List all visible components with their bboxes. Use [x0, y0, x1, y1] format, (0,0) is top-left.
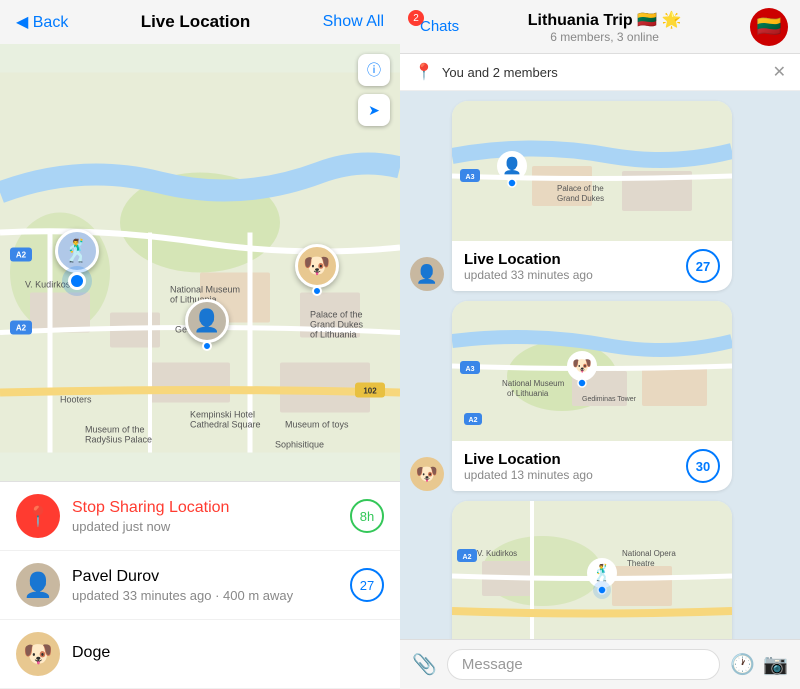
list-item[interactable]: 📍 Stop Sharing Location updated just now… [0, 482, 400, 551]
right-panel: 2 Chats Lithuania Trip 🇱🇹 🌟 6 members, 3… [400, 0, 800, 689]
back-chats-label: Chats [420, 18, 459, 35]
svg-text:Museum of the: Museum of the [85, 425, 145, 435]
message-row: 📍 A2 National Opera Theatre [410, 501, 790, 639]
location-list: 📍 Stop Sharing Location updated just now… [0, 481, 400, 689]
svg-text:Grand Dukes: Grand Dukes [557, 194, 604, 203]
blue-accuracy-dot [68, 272, 86, 290]
stop-sharing-sub: updated just now [72, 519, 338, 534]
chat-subtitle: 6 members, 3 online [467, 30, 742, 44]
svg-text:A3: A3 [466, 174, 475, 181]
svg-text:of Lithuania: of Lithuania [507, 389, 549, 398]
location-bar-close[interactable]: ✕ [773, 62, 786, 82]
svg-text:A2: A2 [463, 554, 472, 561]
svg-text:National Museum: National Museum [170, 285, 240, 295]
back-button[interactable]: ◀ Back [16, 12, 68, 32]
msg3-bubble[interactable]: A2 National Opera Theatre V. Kudirkos 🕺 … [452, 501, 732, 639]
svg-text:🐶: 🐶 [572, 358, 592, 375]
input-bar: 📎 Message 🕐 📷 [400, 639, 800, 689]
doge-avatar: 🐶 [16, 632, 60, 676]
msg2-loc-sub: updated 13 minutes ago [464, 468, 593, 482]
message-row: 👤 A3 Palace of the Grand Dukes [410, 101, 790, 291]
stop-sharing-info: Stop Sharing Location updated just now [72, 499, 338, 534]
action-buttons: 🕐 📷 [730, 652, 788, 677]
svg-text:🕺: 🕺 [592, 563, 612, 582]
msg1-badge: 27 [686, 249, 720, 283]
attach-button[interactable]: 📎 [412, 652, 437, 677]
map-location-button[interactable]: ➤ [358, 94, 390, 126]
msg2-loc-info: Live Location updated 13 minutes ago [464, 451, 593, 482]
svg-text:National Opera: National Opera [622, 549, 676, 558]
msg2-badge: 30 [686, 449, 720, 483]
svg-text:102: 102 [363, 387, 377, 396]
msg3-map: A2 National Opera Theatre V. Kudirkos 🕺 [452, 501, 732, 639]
svg-text:👤: 👤 [502, 156, 522, 175]
pavel-avatar: 👤 [16, 563, 60, 607]
svg-text:Cathedral Square: Cathedral Square [190, 420, 261, 430]
list-item[interactable]: 🐶 Doge [0, 620, 400, 689]
left-map: A2 A2 102 National Museum of Lithuania G… [0, 44, 400, 481]
svg-text:A2: A2 [469, 417, 478, 424]
chat-info: Lithuania Trip 🇱🇹 🌟 6 members, 3 online [467, 10, 742, 44]
left-panel: ◀ Back Live Location Show All [0, 0, 400, 689]
stop-sharing-avatar: 📍 [16, 494, 60, 538]
svg-text:Theatre: Theatre [627, 559, 655, 568]
back-badge: 2 [408, 10, 424, 26]
chat-title: Lithuania Trip 🇱🇹 🌟 [467, 10, 742, 30]
pavel-sub: updated 33 minutes ago · 400 m away [72, 588, 338, 603]
msg1-map: A3 Palace of the Grand Dukes 👤 [452, 101, 732, 241]
svg-text:V. Kudirkos: V. Kudirkos [25, 280, 71, 290]
svg-text:Palace of the: Palace of the [557, 184, 604, 193]
message-input[interactable]: Message [447, 649, 720, 680]
camera-button[interactable]: 📷 [763, 652, 788, 677]
back-chats-button[interactable]: 2 Chats [412, 18, 459, 35]
msg1-loc-title: Live Location [464, 251, 593, 268]
msg1-bubble[interactable]: A3 Palace of the Grand Dukes 👤 Live Loca… [452, 101, 732, 291]
doge-name: Doge [72, 644, 384, 662]
messages-area: 👤 A3 Palace of the Grand Dukes [400, 91, 800, 639]
stop-sharing-name: Stop Sharing Location [72, 499, 338, 517]
svg-text:A2: A2 [16, 251, 27, 260]
left-header: ◀ Back Live Location Show All [0, 0, 400, 44]
svg-text:Grand Dukes: Grand Dukes [310, 320, 364, 330]
pavel-badge: 27 [350, 568, 384, 602]
svg-text:National Museum: National Museum [502, 379, 565, 388]
message-row: 🐶 A3 A2 National Museum [410, 301, 790, 491]
svg-text:Museum of toys: Museum of toys [285, 420, 349, 430]
svg-text:of Lithuania: of Lithuania [310, 330, 357, 340]
svg-text:Hooters: Hooters [60, 395, 92, 405]
msg1-loc-info: Live Location updated 33 minutes ago [464, 251, 593, 282]
msg1-avatar: 👤 [410, 257, 444, 291]
left-title: Live Location [141, 12, 251, 32]
map-info-button[interactable]: ⓘ [358, 54, 390, 86]
msg2-map: A3 A2 National Museum of Lithuania Gedim… [452, 301, 732, 441]
location-bar-text: You and 2 members [442, 65, 765, 80]
svg-text:Radyšius Palace: Radyšius Palace [85, 435, 152, 445]
msg2-loc-title: Live Location [464, 451, 593, 468]
clock-button[interactable]: 🕐 [730, 652, 755, 677]
svg-text:A2: A2 [16, 324, 27, 333]
msg2-footer: Live Location updated 13 minutes ago 30 [452, 441, 732, 491]
msg1-loc-sub: updated 33 minutes ago [464, 268, 593, 282]
location-bar-icon: 📍 [414, 62, 434, 82]
stop-sharing-badge: 8h [350, 499, 384, 533]
msg1-footer: Live Location updated 33 minutes ago 27 [452, 241, 732, 291]
doge-info: Doge [72, 644, 384, 664]
right-header: 2 Chats Lithuania Trip 🇱🇹 🌟 6 members, 3… [400, 0, 800, 54]
svg-text:Sophisitique: Sophisitique [275, 440, 324, 450]
pavel-pin[interactable]: 👤 [185, 299, 229, 351]
pavel-info: Pavel Durov updated 33 minutes ago · 400… [72, 568, 338, 603]
msg2-bubble[interactable]: A3 A2 National Museum of Lithuania Gedim… [452, 301, 732, 491]
location-bar: 📍 You and 2 members ✕ [400, 54, 800, 91]
svg-text:Palace of the: Palace of the [310, 310, 363, 320]
svg-text:Gediminas Tower: Gediminas Tower [582, 396, 637, 403]
pavel-name: Pavel Durov [72, 568, 338, 586]
doge-pin[interactable]: 🐶 [295, 244, 339, 296]
show-all-button[interactable]: Show All [323, 13, 384, 31]
msg2-avatar: 🐶 [410, 457, 444, 491]
list-item[interactable]: 👤 Pavel Durov updated 33 minutes ago · 4… [0, 551, 400, 620]
svg-text:V. Kudirkos: V. Kudirkos [477, 549, 517, 558]
svg-text:Kempinski Hotel: Kempinski Hotel [190, 410, 255, 420]
group-avatar[interactable]: 🇱🇹 [750, 8, 788, 46]
svg-text:A3: A3 [466, 366, 475, 373]
